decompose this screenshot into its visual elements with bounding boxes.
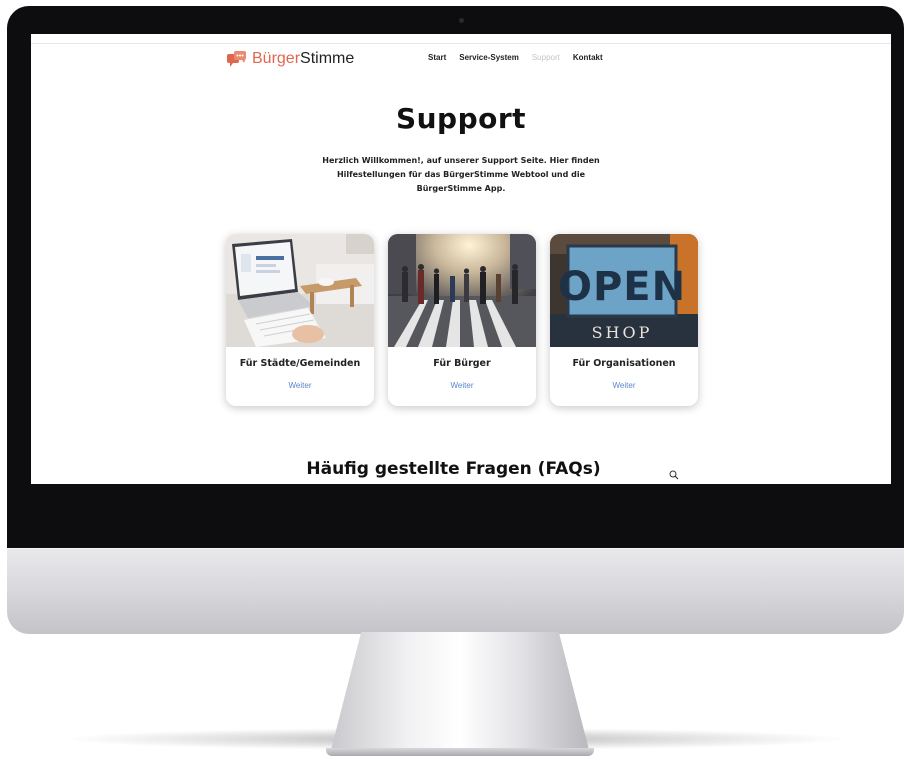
open-shop-sign-photo: OPEN SHOP — [550, 234, 698, 347]
main-nav: Start Service-System Support Kontakt — [428, 53, 603, 62]
weiter-link[interactable]: Weiter — [550, 381, 698, 390]
open-sign-text: OPEN — [558, 264, 686, 310]
nav-item-kontakt[interactable]: Kontakt — [573, 53, 603, 62]
card-title: Für Städte/Gemeinden — [239, 358, 361, 369]
faq-title: Häufig gestellte Fragen (FAQs) — [306, 459, 601, 479]
card-title: Für Bürger — [433, 358, 491, 369]
card-buerger[interactable]: Für Bürger Weiter — [388, 234, 536, 406]
brand-name: BürgerStimme — [252, 50, 355, 67]
monitor-chin — [7, 548, 904, 634]
page-title: Support — [395, 102, 527, 135]
monitor-stand — [330, 632, 590, 754]
nav-item-start[interactable]: Start — [428, 53, 446, 62]
intro-text: Herzlich Willkommen!, auf unserer Suppor… — [322, 156, 600, 193]
shop-sign-text: SHOP — [592, 323, 653, 342]
laptop-desk-photo — [226, 234, 374, 347]
card-title: Für Organisationen — [572, 358, 676, 369]
card-organisationen[interactable]: OPEN SHOP Für Organisationen Weiter — [550, 234, 698, 406]
nav-item-support[interactable]: Support — [532, 53, 560, 62]
search-icon[interactable] — [669, 470, 679, 480]
nav-item-service-system[interactable]: Service-System — [459, 53, 519, 62]
screen: BürgerStimme Start Service-System Suppor… — [31, 34, 891, 484]
weiter-link[interactable]: Weiter — [388, 381, 536, 390]
divider — [31, 43, 891, 44]
crosswalk-crowd-photo — [388, 234, 536, 347]
camera-icon — [459, 18, 464, 23]
brand-logo[interactable]: BürgerStimme — [227, 49, 354, 69]
card-staedte-gemeinden[interactable]: Für Städte/Gemeinden Weiter — [226, 234, 374, 406]
speech-bubble-logo-icon — [227, 51, 246, 67]
weiter-link[interactable]: Weiter — [226, 381, 374, 390]
monitor-stand-foot — [326, 748, 594, 756]
